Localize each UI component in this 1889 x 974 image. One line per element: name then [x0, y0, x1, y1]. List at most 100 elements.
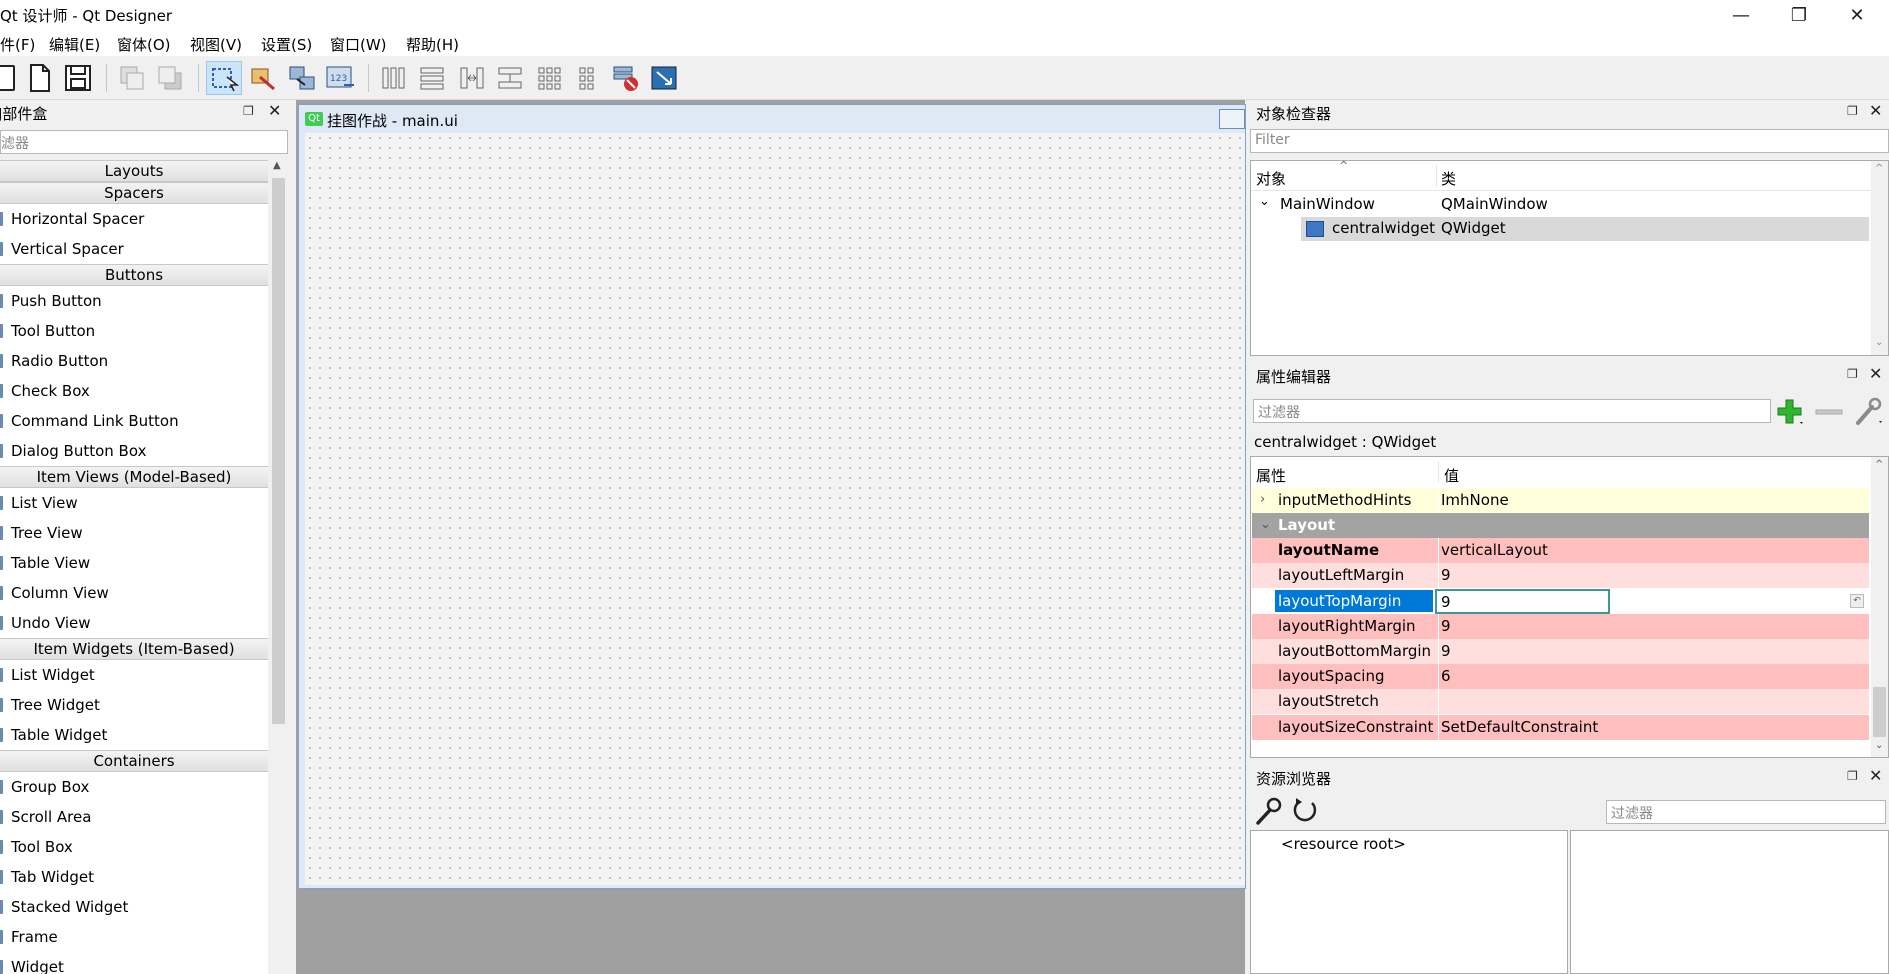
close-icon[interactable]: ✕: [1869, 101, 1882, 120]
property-row[interactable]: layoutStretch: [1252, 689, 1869, 715]
widget-box-filter[interactable]: 滤器: [0, 130, 288, 154]
menu-form[interactable]: 窗体(O): [117, 34, 171, 55]
add-dynamic-property-icon[interactable]: [1774, 397, 1806, 427]
break-layout-icon[interactable]: [608, 61, 644, 95]
col-property[interactable]: 属性: [1256, 465, 1286, 486]
float-icon[interactable]: ❐: [1847, 367, 1858, 381]
widget-item[interactable]: Widget: [0, 952, 268, 974]
widget-item[interactable]: Horizontal Spacer: [0, 204, 268, 234]
property-row[interactable]: layoutName verticalLayout: [1252, 538, 1869, 564]
close-button[interactable]: ✕: [1828, 0, 1886, 30]
menu-help[interactable]: 帮助(H): [406, 34, 459, 55]
widget-box-scrollbar[interactable]: ▲: [270, 160, 287, 974]
layout-v-splitter-icon[interactable]: [492, 61, 528, 95]
reset-property-icon[interactable]: ↶: [1850, 593, 1864, 608]
menu-file[interactable]: 件(F): [0, 34, 35, 55]
float-icon[interactable]: ❐: [1847, 769, 1858, 783]
remove-property-icon[interactable]: [1814, 404, 1844, 420]
category-header[interactable]: Item Widgets (Item-Based): [0, 638, 268, 660]
category-header[interactable]: Spacers: [0, 182, 268, 204]
save-icon[interactable]: [60, 61, 96, 95]
form-window[interactable]: Qt 挂图作战 - main.ui: [298, 104, 1246, 889]
edit-tab-order-icon[interactable]: 123: [322, 61, 358, 95]
col-object[interactable]: 对象: [1256, 168, 1286, 189]
menu-view[interactable]: 视图(V): [190, 34, 242, 55]
widget-item[interactable]: Tool Box: [0, 832, 268, 862]
property-row[interactable]: › inputMethodHints ImhNone: [1252, 488, 1869, 513]
scroll-up-icon[interactable]: ^: [1875, 163, 1883, 174]
property-value[interactable]: 6: [1441, 664, 1451, 689]
property-value[interactable]: 9: [1441, 639, 1451, 664]
layout-form-icon[interactable]: [570, 61, 606, 95]
category-header[interactable]: Containers: [0, 750, 268, 772]
form-minimize-icon[interactable]: [1219, 109, 1245, 129]
property-value[interactable]: 9: [1441, 563, 1451, 588]
layout-horizontally-icon[interactable]: [376, 61, 412, 95]
reload-icon[interactable]: [1290, 796, 1320, 826]
widget-item[interactable]: Tab Widget: [0, 862, 268, 892]
scroll-thumb[interactable]: [272, 178, 285, 724]
widget-item[interactable]: Stacked Widget: [0, 892, 268, 922]
edit-signals-slots-icon[interactable]: [245, 61, 281, 95]
col-value[interactable]: 值: [1444, 465, 1459, 486]
category-header[interactable]: Layouts: [0, 160, 268, 182]
widget-item[interactable]: List Widget: [0, 660, 268, 690]
widget-item[interactable]: Push Button: [0, 286, 268, 316]
scroll-down-icon[interactable]: ⌄: [1875, 740, 1883, 751]
menu-edit[interactable]: 编辑(E): [49, 34, 100, 55]
widget-item[interactable]: Column View: [0, 578, 268, 608]
layout-h-splitter-icon[interactable]: [454, 61, 490, 95]
widget-item[interactable]: Group Box: [0, 772, 268, 802]
property-value[interactable]: ImhNone: [1441, 488, 1509, 513]
float-icon[interactable]: ❐: [1847, 104, 1858, 118]
property-row[interactable]: layoutBottomMargin 9: [1252, 639, 1869, 664]
close-icon[interactable]: ✕: [268, 101, 281, 120]
edit-resources-icon[interactable]: [1254, 796, 1284, 826]
property-row[interactable]: layoutTopMargin ↶ 9: [1252, 588, 1869, 614]
widget-item[interactable]: Table View: [0, 548, 268, 578]
object-tree-scrollbar[interactable]: ^ ⌄: [1871, 161, 1888, 355]
open-file-icon[interactable]: [22, 61, 58, 95]
widget-item[interactable]: Table Widget: [0, 720, 268, 750]
property-value-editor[interactable]: 9: [1435, 588, 1610, 614]
property-row[interactable]: ⌄ Layout: [1252, 513, 1869, 538]
property-row[interactable]: layoutSpacing 6: [1252, 664, 1869, 690]
property-value[interactable]: verticalLayout: [1441, 538, 1548, 563]
category-header[interactable]: Item Views (Model-Based): [0, 466, 268, 488]
send-to-back-icon[interactable]: [114, 61, 150, 95]
chevron-down-icon[interactable]: ⌄: [1259, 194, 1270, 209]
new-form-icon[interactable]: [0, 61, 24, 95]
restore-button[interactable]: ❐: [1770, 0, 1828, 30]
widget-item[interactable]: Tool Button: [0, 316, 268, 346]
object-filter[interactable]: Filter: [1250, 129, 1889, 153]
tree-row-mainwindow[interactable]: ⌄ MainWindow QMainWindow: [1251, 193, 1869, 217]
widget-item[interactable]: Tree View: [0, 518, 268, 548]
minimize-button[interactable]: —: [1712, 0, 1770, 30]
edit-widgets-icon[interactable]: [206, 61, 242, 95]
menu-window[interactable]: 窗口(W): [330, 34, 387, 55]
col-class[interactable]: 类: [1441, 168, 1456, 189]
property-row[interactable]: layoutSizeConstraint SetDefaultConstraint: [1252, 714, 1869, 740]
close-icon[interactable]: ✕: [1869, 364, 1882, 383]
widget-item[interactable]: Check Box: [0, 376, 268, 406]
widget-item[interactable]: Vertical Spacer: [0, 234, 268, 264]
resource-filter[interactable]: 过滤器: [1606, 800, 1886, 824]
tree-row-centralwidget[interactable]: centralwidget QWidget: [1301, 217, 1869, 241]
widget-item[interactable]: Tree Widget: [0, 690, 268, 720]
chevron-right-icon[interactable]: ›: [1260, 487, 1265, 512]
scroll-up-icon[interactable]: ▲: [273, 160, 281, 171]
property-value[interactable]: 9: [1441, 614, 1451, 639]
edit-buddies-icon[interactable]: [284, 61, 320, 95]
adjust-size-icon[interactable]: [646, 61, 682, 95]
widget-item[interactable]: List View: [0, 488, 268, 518]
close-icon[interactable]: ✕: [1869, 766, 1882, 785]
layout-grid-icon[interactable]: [532, 61, 568, 95]
property-row[interactable]: layoutRightMargin 9: [1252, 613, 1869, 639]
scroll-up-icon[interactable]: ^: [1875, 459, 1883, 470]
property-filter[interactable]: 过滤器: [1253, 399, 1771, 423]
scroll-down-icon[interactable]: ⌄: [1875, 337, 1883, 348]
scroll-thumb[interactable]: [1873, 687, 1886, 737]
menu-settings[interactable]: 设置(S): [261, 34, 312, 55]
float-icon[interactable]: ❐: [243, 104, 254, 118]
property-row[interactable]: layoutLeftMargin 9: [1252, 563, 1869, 589]
